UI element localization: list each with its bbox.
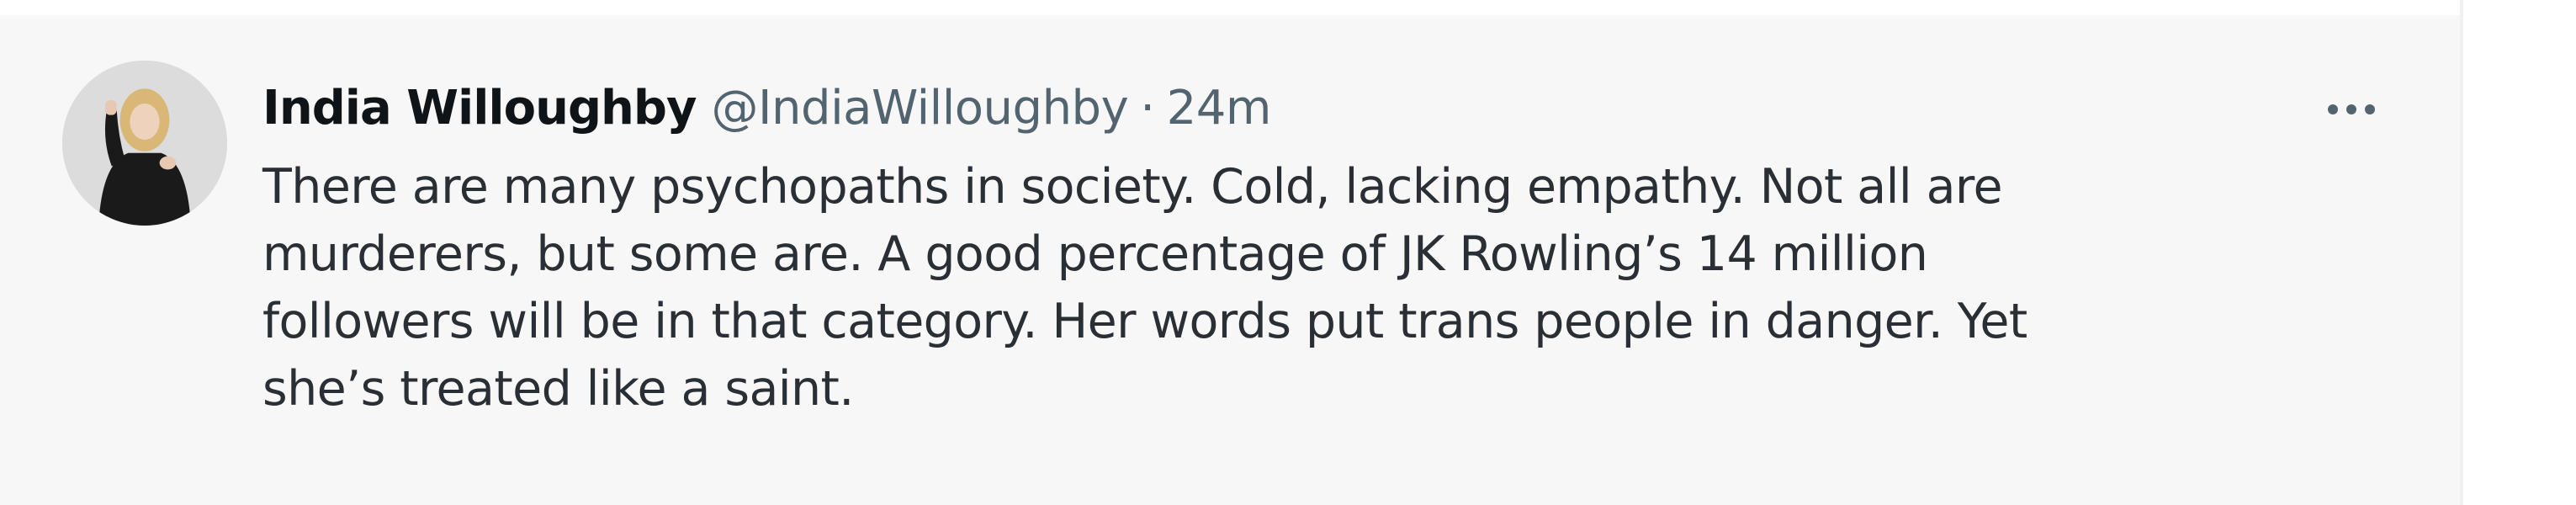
avatar[interactable]	[62, 61, 227, 226]
separator-dot: ·	[1140, 80, 1155, 136]
profile-photo-icon	[62, 61, 227, 226]
author-name[interactable]: India Willoughby	[262, 81, 697, 136]
more-dot	[2328, 104, 2338, 114]
more-dot	[2365, 104, 2375, 114]
more-dot	[2346, 104, 2356, 114]
author-handle[interactable]: @IndiaWilloughby	[712, 81, 1129, 136]
tweet-text-line: she’s treated like a saint.	[262, 361, 854, 417]
tweet-text-line: There are many psychopaths in society. C…	[262, 159, 2003, 215]
divider	[2460, 0, 2463, 505]
tweet-text-line: followers will be in that category. Her …	[262, 294, 2027, 349]
tweet-text-line: murderers, but some are. A good percenta…	[262, 226, 1928, 282]
tweet-card[interactable]: India Willoughby @IndiaWilloughby · 24m …	[0, 15, 2460, 505]
tweet-header: India Willoughby @IndiaWilloughby · 24m	[262, 74, 1271, 141]
tweet-text: There are many psychopaths in society. C…	[262, 153, 2433, 423]
tweet-timestamp[interactable]: 24m	[1167, 81, 1272, 136]
more-options-icon[interactable]	[2314, 86, 2389, 133]
